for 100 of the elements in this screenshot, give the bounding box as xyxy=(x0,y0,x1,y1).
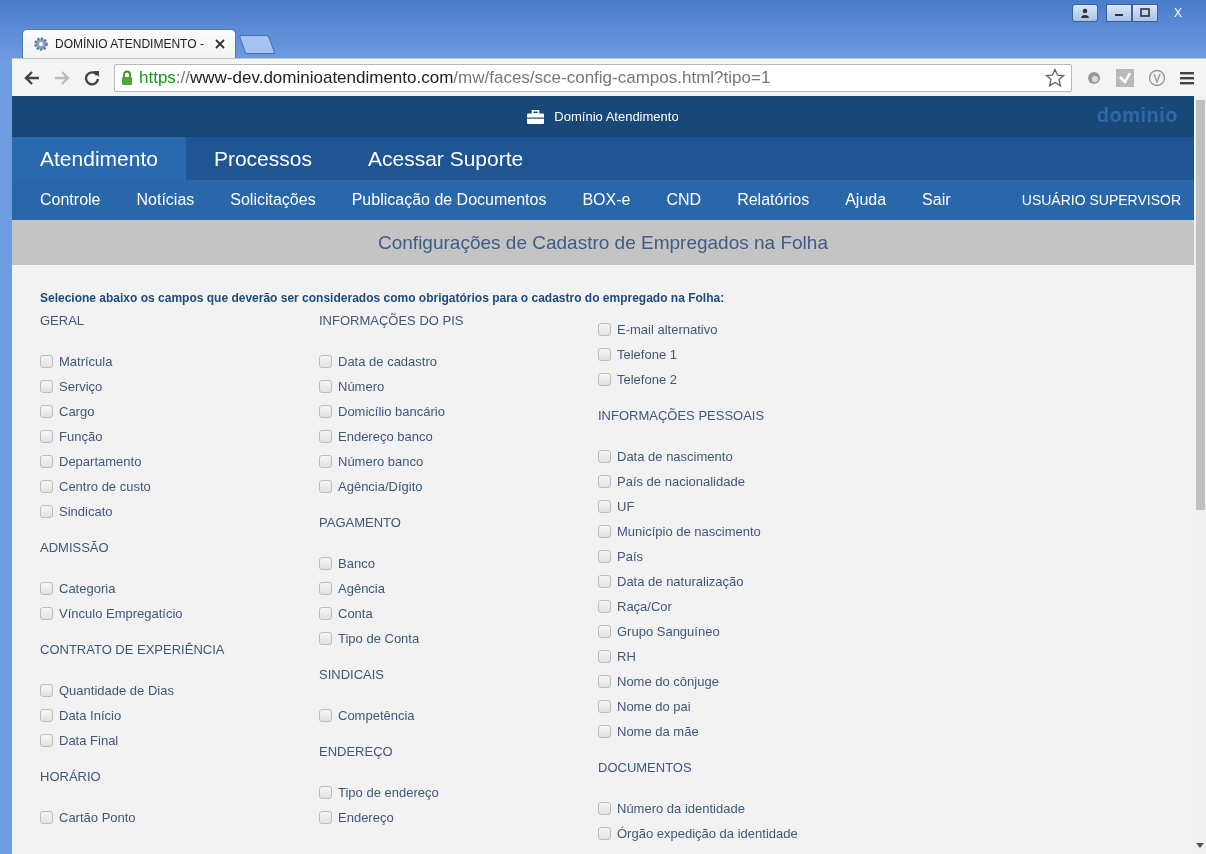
checkbox[interactable] xyxy=(40,430,53,443)
new-tab-button[interactable] xyxy=(238,35,276,54)
checkbox[interactable] xyxy=(598,450,611,463)
checkbox[interactable] xyxy=(319,632,332,645)
checkbox-label[interactable]: Número banco xyxy=(338,454,424,469)
checkbox-label[interactable]: Órgão expedição da identidade xyxy=(617,826,798,841)
checkbox-label[interactable]: Tipo de endereço xyxy=(338,785,439,800)
checkbox-label[interactable]: Sindicato xyxy=(59,504,113,519)
browser-tab[interactable]: DOMÍNIO ATENDIMENTO - xyxy=(22,29,236,58)
checkbox-label[interactable]: RH xyxy=(617,649,636,664)
checkbox-label[interactable]: Endereço banco xyxy=(338,429,433,444)
nav-link[interactable]: Solicitações xyxy=(230,191,316,209)
checkbox-label[interactable]: Agência xyxy=(338,581,385,596)
checkbox[interactable] xyxy=(40,684,53,697)
checkbox[interactable] xyxy=(319,582,332,595)
checkbox[interactable] xyxy=(319,480,332,493)
checkbox[interactable] xyxy=(40,405,53,418)
checkbox[interactable] xyxy=(319,405,332,418)
minimize-button[interactable] xyxy=(1106,4,1132,22)
checkbox-label[interactable]: Agência/Dígito xyxy=(338,479,423,494)
checkbox-label[interactable]: E-mail alternativo xyxy=(617,322,718,337)
checkbox[interactable] xyxy=(40,607,53,620)
nav-link[interactable]: Sair xyxy=(922,191,951,209)
checkbox[interactable] xyxy=(598,650,611,663)
scrollbar[interactable] xyxy=(1194,96,1206,854)
checkbox[interactable] xyxy=(319,455,332,468)
checkbox-label[interactable]: Nome do pai xyxy=(617,699,691,714)
nav-tab[interactable]: Acessar Suporte xyxy=(339,137,552,180)
checkbox[interactable] xyxy=(598,550,611,563)
checkbox-label[interactable]: Quantidade de Dias xyxy=(59,683,174,698)
checkbox-label[interactable]: UF xyxy=(617,499,635,514)
checkbox-label[interactable]: Matrícula xyxy=(59,354,113,369)
checkbox[interactable] xyxy=(598,348,611,361)
checkbox-label[interactable]: Grupo Sanguíneo xyxy=(617,624,720,639)
circle-icon[interactable] xyxy=(1086,69,1102,86)
checkbox-label[interactable]: Número xyxy=(338,379,385,394)
nav-link[interactable]: Publicação de Documentos xyxy=(351,191,547,209)
checkbox-label[interactable]: Domicílio bancário xyxy=(338,404,445,419)
checkbox[interactable] xyxy=(598,525,611,538)
checkbox[interactable] xyxy=(40,709,53,722)
nav-tab[interactable]: Processos xyxy=(185,137,340,180)
nav-link[interactable]: Notícias xyxy=(136,191,195,209)
nav-tab[interactable]: Atendimento xyxy=(12,137,186,180)
user-button[interactable] xyxy=(1072,4,1098,22)
star-icon[interactable] xyxy=(1045,67,1065,88)
checkbox-label[interactable]: Tipo de Conta xyxy=(338,631,420,646)
checkbox[interactable] xyxy=(40,355,53,368)
checkbox-label[interactable]: Telefone 1 xyxy=(617,347,677,362)
checkbox[interactable] xyxy=(40,455,53,468)
checkbox-label[interactable]: Nome do cônjuge xyxy=(617,674,719,689)
nav-link[interactable]: Ajuda xyxy=(845,191,887,209)
checkbox[interactable] xyxy=(40,480,53,493)
checkbox[interactable] xyxy=(598,625,611,638)
user-link[interactable]: USUÁRIO SUPERVISOR xyxy=(1021,192,1181,208)
checkbox[interactable] xyxy=(319,607,332,620)
menu-icon[interactable] xyxy=(1180,70,1194,85)
checkbox[interactable] xyxy=(598,500,611,513)
nav-link[interactable]: CND xyxy=(666,191,702,209)
checkbox-label[interactable]: Centro de custo xyxy=(59,479,151,494)
checkbox[interactable] xyxy=(598,675,611,688)
checkbox[interactable] xyxy=(319,786,332,799)
checkbox-label[interactable]: Cargo xyxy=(59,404,95,419)
checkbox[interactable] xyxy=(319,380,332,393)
reload-icon[interactable] xyxy=(84,69,100,86)
checkbox[interactable] xyxy=(319,355,332,368)
checkbox-label[interactable]: Serviço xyxy=(59,379,103,394)
checkbox-label[interactable]: Categoria xyxy=(59,581,116,596)
v-circle-icon[interactable] xyxy=(1148,68,1166,87)
checkbox-label[interactable]: País de nacionalidade xyxy=(617,474,745,489)
forward-icon[interactable] xyxy=(54,70,70,85)
checkbox-label[interactable]: Data de nascimento xyxy=(617,449,733,464)
checkbox-label[interactable]: Raça/Cor xyxy=(617,599,672,614)
address-field[interactable]: https://www-dev.dominioatendimento.com/mw/faces/sce-config-campos.html?tipo=1 xyxy=(114,63,1072,92)
checkbox-label[interactable]: Função xyxy=(59,429,103,444)
checkbox[interactable] xyxy=(598,700,611,713)
checkbox-label[interactable]: Telefone 2 xyxy=(617,372,677,387)
checkbox-label[interactable]: Data de naturalização xyxy=(617,574,744,589)
checkbox[interactable] xyxy=(40,380,53,393)
maximize-button[interactable] xyxy=(1132,4,1158,22)
nav-link[interactable]: Controle xyxy=(40,191,101,209)
checkbox[interactable] xyxy=(598,323,611,336)
nav-link[interactable]: Relatórios xyxy=(737,191,810,209)
checkbox[interactable] xyxy=(598,600,611,613)
checkbox-label[interactable]: Cartão Ponto xyxy=(59,810,136,825)
checkbox-label[interactable]: Data Final xyxy=(59,733,119,748)
checkbox[interactable] xyxy=(598,827,611,840)
checkbox-label[interactable]: Endereço xyxy=(338,810,394,825)
checkbox[interactable] xyxy=(598,725,611,738)
checkbox[interactable] xyxy=(319,811,332,824)
checkbox[interactable] xyxy=(598,802,611,815)
checkbox[interactable] xyxy=(40,582,53,595)
checkbox-label[interactable]: Competência xyxy=(338,708,415,723)
checkbox[interactable] xyxy=(319,709,332,722)
back-icon[interactable] xyxy=(24,70,40,85)
checkbox[interactable] xyxy=(598,373,611,386)
checkbox-label[interactable]: Vínculo Empregatício xyxy=(59,606,183,621)
checkbox[interactable] xyxy=(40,811,53,824)
close-icon[interactable] xyxy=(215,39,225,49)
checkbox[interactable] xyxy=(40,505,53,518)
checkbox-label[interactable]: Nome da mãe xyxy=(617,724,699,739)
